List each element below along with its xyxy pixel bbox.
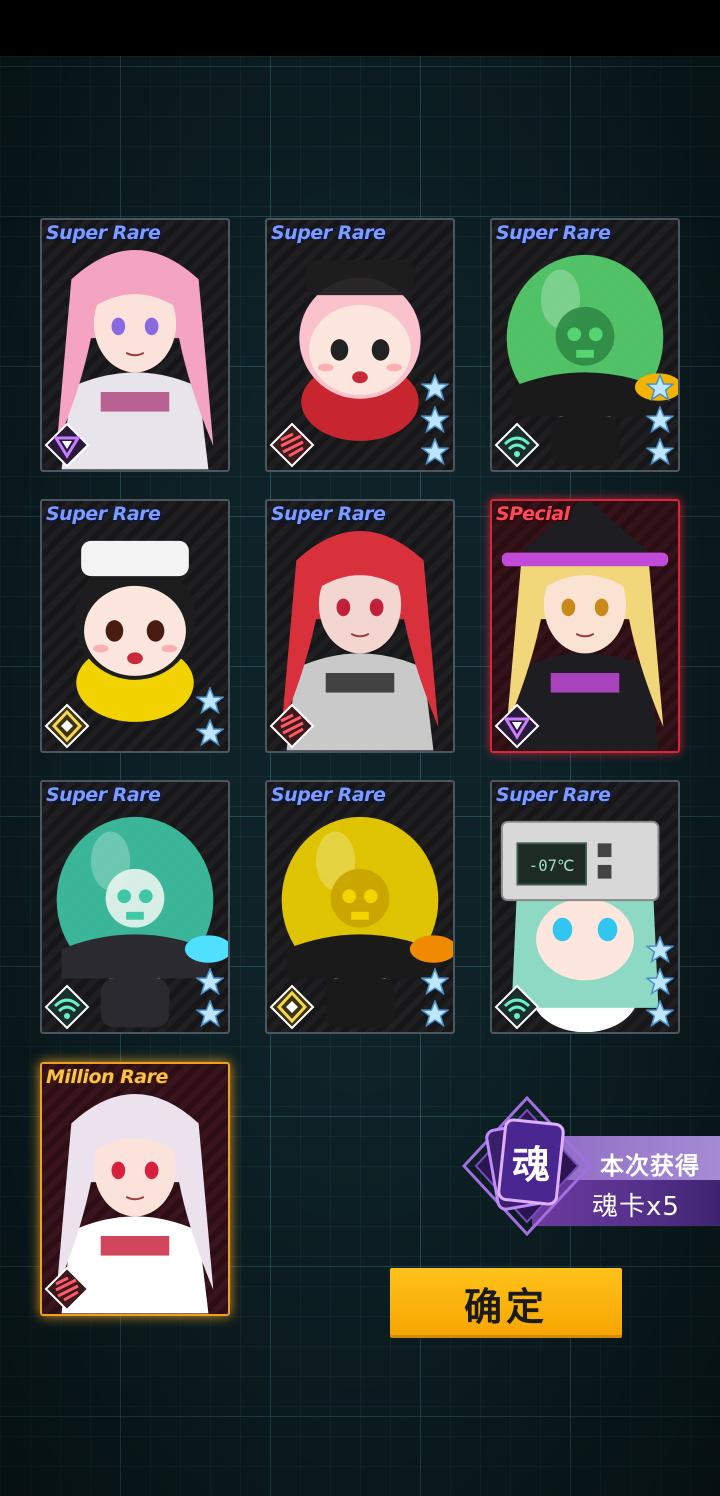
stripes-class-icon bbox=[269, 422, 315, 468]
rarity-label: Super Rare bbox=[46, 222, 161, 244]
star-icon bbox=[196, 968, 224, 996]
soul-icon-char: 魂 bbox=[512, 1143, 550, 1187]
character-card[interactable]: Million Rare bbox=[40, 1062, 230, 1316]
wifi-class-icon bbox=[494, 422, 540, 468]
character-card[interactable]: Super Rare bbox=[40, 499, 230, 753]
character-card[interactable]: SPecial bbox=[490, 499, 680, 753]
rarity-label: Super Rare bbox=[496, 784, 611, 806]
character-card[interactable]: Super Rare bbox=[265, 499, 455, 753]
star-rating bbox=[421, 968, 449, 1028]
character-card[interactable]: Super Rare bbox=[265, 218, 455, 472]
stripes-class-icon bbox=[269, 703, 315, 749]
star-icon bbox=[421, 438, 449, 466]
rarity-label: Super Rare bbox=[271, 222, 386, 244]
wifi-class-icon bbox=[44, 984, 90, 1030]
character-card[interactable]: Super Rare bbox=[490, 218, 680, 472]
star-icon bbox=[646, 374, 674, 402]
star-icon bbox=[646, 968, 674, 996]
star-icon bbox=[421, 374, 449, 402]
star-icon bbox=[421, 406, 449, 434]
rarity-label: Super Rare bbox=[46, 503, 161, 525]
triangle-class-icon bbox=[494, 703, 540, 749]
stripes-class-icon bbox=[44, 1266, 90, 1312]
star-rating bbox=[646, 936, 674, 1028]
character-card[interactable]: Super Rare bbox=[40, 780, 230, 1034]
star-icon bbox=[196, 1000, 224, 1028]
star-rating bbox=[646, 374, 674, 466]
star-icon bbox=[421, 968, 449, 996]
rarity-label: Super Rare bbox=[271, 503, 386, 525]
diamond-class-icon bbox=[269, 984, 315, 1030]
star-icon bbox=[646, 936, 674, 964]
soul-reward-panel: 魂 本次获得 魂卡x5 bbox=[462, 1096, 720, 1236]
diamond-class-icon bbox=[44, 703, 90, 749]
star-icon bbox=[646, 406, 674, 434]
status-bar bbox=[0, 0, 720, 56]
rarity-label: Super Rare bbox=[496, 222, 611, 244]
soul-reward-title: 本次获得 bbox=[600, 1152, 700, 1180]
star-rating bbox=[196, 968, 224, 1028]
rarity-label: Super Rare bbox=[271, 784, 386, 806]
star-rating bbox=[196, 687, 224, 747]
star-icon bbox=[421, 1000, 449, 1028]
rarity-label: SPecial bbox=[496, 503, 570, 525]
character-card[interactable]: -07℃ Super Rare bbox=[490, 780, 680, 1034]
soul-card-icon: 魂 bbox=[462, 1096, 592, 1236]
fridge-display-text: -07℃ bbox=[529, 856, 575, 875]
star-icon bbox=[646, 438, 674, 466]
soul-reward-count: 魂卡x5 bbox=[592, 1192, 680, 1222]
star-rating bbox=[421, 374, 449, 466]
rarity-label: Super Rare bbox=[46, 784, 161, 806]
confirm-button[interactable]: 确定 bbox=[390, 1268, 622, 1338]
triangle-class-icon bbox=[44, 422, 90, 468]
star-icon bbox=[196, 719, 224, 747]
wifi-class-icon bbox=[494, 984, 540, 1030]
character-card[interactable]: Super Rare bbox=[40, 218, 230, 472]
character-card[interactable]: Super Rare bbox=[265, 780, 455, 1034]
rarity-label: Million Rare bbox=[46, 1066, 168, 1088]
star-icon bbox=[646, 1000, 674, 1028]
star-icon bbox=[196, 687, 224, 715]
